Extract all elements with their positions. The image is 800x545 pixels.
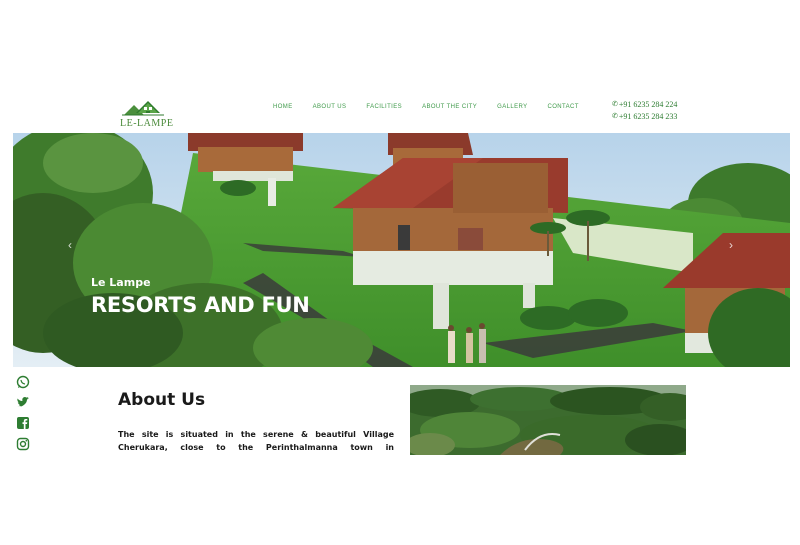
phone-icon: ✆ bbox=[612, 112, 618, 120]
phone-line-1[interactable]: ✆ +91 6235 284 224 bbox=[612, 98, 677, 110]
nav-about-the-city[interactable]: ABOUT THE CITY bbox=[422, 104, 477, 110]
facebook-icon[interactable] bbox=[16, 416, 30, 430]
hero-headline: RESORTS AND FUN bbox=[91, 293, 310, 317]
brand-logo[interactable]: LE-LAMPE bbox=[118, 95, 174, 131]
phone-line-2[interactable]: ✆ +91 6235 284 233 bbox=[612, 110, 677, 122]
main-nav: HOME ABOUT US FACILITIES ABOUT THE CITY … bbox=[273, 104, 599, 110]
nav-home[interactable]: HOME bbox=[273, 104, 293, 110]
hero-eyebrow: Le Lampe bbox=[91, 276, 151, 289]
nav-about-us[interactable]: ABOUT US bbox=[313, 104, 347, 110]
house-logo-icon bbox=[122, 101, 164, 116]
resort-hero-image bbox=[13, 133, 790, 367]
phone-number: +91 6235 284 233 bbox=[618, 111, 678, 121]
brand-name: LE-LAMPE bbox=[120, 118, 174, 129]
whatsapp-icon[interactable] bbox=[16, 375, 30, 389]
instagram-icon[interactable] bbox=[16, 437, 30, 451]
contact-phones: ✆ +91 6235 284 224 ✆ +91 6235 284 233 bbox=[612, 98, 677, 122]
phone-number: +91 6235 284 224 bbox=[618, 99, 678, 109]
hero-slider: ‹ › Le Lampe RESORTS AND FUN bbox=[13, 133, 790, 367]
about-text: The site is situated in the serene & bea… bbox=[118, 430, 394, 452]
forest-landscape-image bbox=[410, 385, 686, 455]
twitter-icon[interactable] bbox=[16, 396, 30, 410]
about-title: About Us bbox=[118, 390, 206, 410]
about-image bbox=[410, 385, 686, 455]
site-header: LE-LAMPE HOME ABOUT US FACILITIES ABOUT … bbox=[0, 88, 800, 133]
chevron-right-icon[interactable]: › bbox=[729, 238, 733, 252]
nav-facilities[interactable]: FACILITIES bbox=[366, 104, 402, 110]
social-sidebar bbox=[16, 375, 32, 457]
nav-gallery[interactable]: GALLERY bbox=[497, 104, 527, 110]
chevron-left-icon[interactable]: ‹ bbox=[68, 238, 72, 252]
phone-icon: ✆ bbox=[612, 100, 618, 108]
nav-contact[interactable]: CONTACT bbox=[548, 104, 579, 110]
